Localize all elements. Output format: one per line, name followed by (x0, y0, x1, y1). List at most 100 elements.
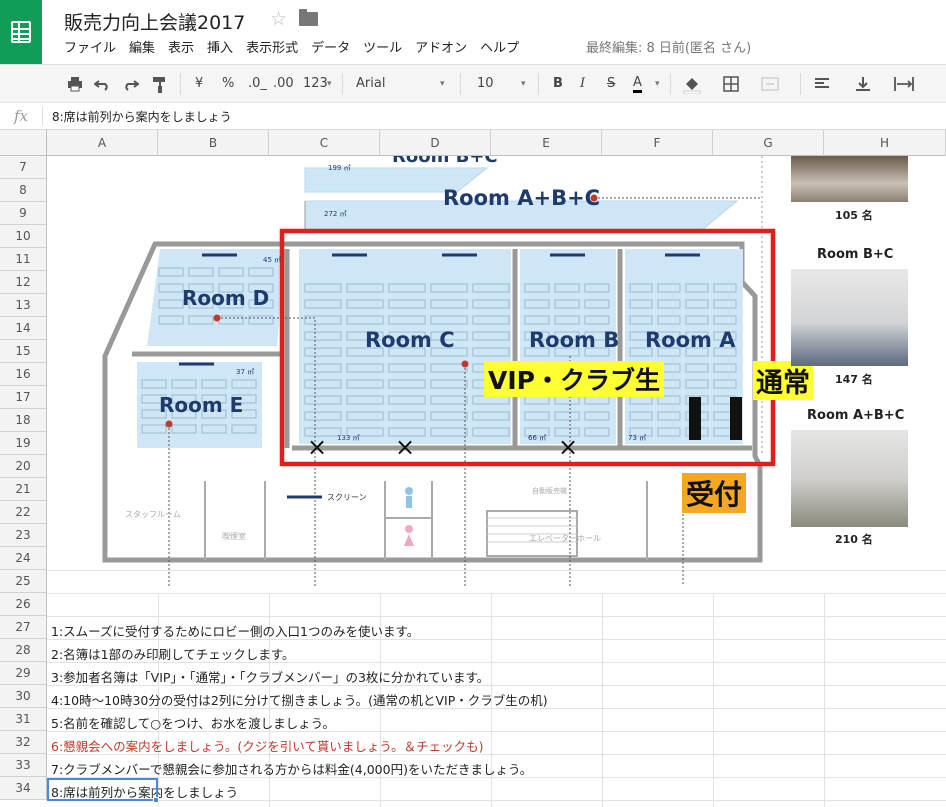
row-header[interactable]: 31 (0, 708, 47, 731)
print-icon[interactable] (66, 76, 84, 94)
vip-club-label: VIP・クラブ生 (484, 361, 664, 397)
row-header[interactable]: 15 (0, 340, 47, 363)
staff-room-label: スタッフルーム (125, 510, 181, 519)
strikethrough-button[interactable]: S (607, 75, 615, 93)
font-family-select[interactable]: Arial (356, 75, 385, 93)
menu-view[interactable]: 表示 (168, 37, 194, 56)
floor-plan-image[interactable]: Room B+C 199 ㎡ Room A+B+C 272 ㎡ Room D 4… (47, 156, 946, 593)
merge-cells-icon[interactable] (761, 77, 779, 95)
row-header[interactable]: 20 (0, 455, 47, 478)
undo-icon[interactable] (94, 77, 112, 95)
note-cell[interactable]: 6:懇親会への案内をしましょう。(クジを引いて貰いましょう。＆チェックも) (51, 736, 484, 755)
borders-icon[interactable] (723, 76, 739, 94)
menu-file[interactable]: ファイル (64, 37, 116, 56)
x-mark: × (558, 433, 579, 461)
room-d-size: 45 ㎡ (263, 256, 282, 264)
room-a-label: Room A (645, 328, 736, 352)
photo-caption-3: 210 名 (835, 533, 873, 546)
row-header[interactable]: 7 (0, 156, 47, 179)
column-header-b[interactable]: B (158, 130, 269, 156)
column-header-g[interactable]: G (713, 130, 824, 156)
column-header-a[interactable]: A (47, 130, 158, 156)
row-header[interactable]: 11 (0, 248, 47, 271)
menu-data[interactable]: データ (311, 37, 350, 56)
row-header[interactable]: 30 (0, 685, 47, 708)
menu-bar: ファイル 編集 表示 挿入 表示形式 データ ツール アドオン ヘルプ (64, 37, 532, 56)
row-header[interactable]: 21 (0, 478, 47, 501)
selected-cell[interactable] (47, 778, 158, 801)
increase-decimal-button[interactable]: .00 (273, 75, 294, 93)
row-header[interactable]: 9 (0, 202, 47, 225)
menu-format[interactable]: 表示形式 (246, 37, 298, 56)
chevron-down-icon[interactable]: ▾ (655, 75, 660, 93)
row-header[interactable]: 29 (0, 662, 47, 685)
text-color-button[interactable]: A (633, 75, 642, 93)
row-header[interactable]: 13 (0, 294, 47, 317)
room-top-partial-size: 199 ㎡ (328, 164, 351, 172)
smoking-room-label: 喫煙室 (222, 532, 246, 541)
menu-edit[interactable]: 編集 (129, 37, 155, 56)
redo-icon[interactable] (121, 77, 139, 95)
bold-button[interactable]: B (553, 75, 563, 93)
document-title[interactable]: 販売力向上会議2017 (64, 8, 245, 35)
note-cell[interactable]: 1:スムーズに受付するためにロビー側の入口1つのみを使います。 (51, 621, 419, 640)
chevron-down-icon[interactable]: ▾ (440, 75, 445, 93)
row-header[interactable]: 16 (0, 363, 47, 386)
folder-icon[interactable] (299, 9, 318, 26)
vertical-align-icon[interactable] (855, 76, 871, 94)
select-all-corner[interactable] (0, 130, 47, 156)
row-header[interactable]: 17 (0, 386, 47, 409)
text-wrap-icon[interactable] (894, 76, 914, 94)
row-header[interactable]: 19 (0, 432, 47, 455)
menu-tools[interactable]: ツール (363, 37, 402, 56)
row-header[interactable]: 25 (0, 570, 47, 593)
title-bar: 販売力向上会議2017 ☆ ファイル 編集 表示 挿入 表示形式 データ ツール… (0, 0, 946, 64)
note-cell[interactable]: 5:名前を確認して○をつけ、お水を渡しましょう。 (51, 713, 335, 732)
formula-bar: fx 8:席は前列から案内をしましょう (0, 103, 946, 130)
menu-insert[interactable]: 挿入 (207, 37, 233, 56)
row-header[interactable]: 32 (0, 731, 47, 754)
menu-help[interactable]: ヘルプ (480, 37, 519, 56)
note-cell[interactable]: 7:クラブメンバーで懇親会に参加される方からは料金(4,000円)をいただきまし… (51, 759, 532, 778)
column-header-c[interactable]: C (269, 130, 380, 156)
chevron-down-icon[interactable]: ▾ (327, 75, 332, 93)
column-header-d[interactable]: D (380, 130, 491, 156)
row-header[interactable]: 24 (0, 547, 47, 570)
column-header-h[interactable]: H (824, 130, 946, 156)
column-header-e[interactable]: E (491, 130, 602, 156)
row-header[interactable]: 28 (0, 639, 47, 662)
currency-format-button[interactable]: ¥ (195, 75, 203, 93)
font-size-select[interactable]: 10 (477, 75, 494, 93)
sheets-logo-icon[interactable] (0, 0, 42, 64)
row-header[interactable]: 18 (0, 409, 47, 432)
row-header[interactable]: 22 (0, 501, 47, 524)
row-header[interactable]: 27 (0, 616, 47, 639)
note-cell[interactable]: 3:参加者名簿は「VIP」・「通常」・「クラブメンバー」の3枚に分かれています。 (51, 667, 489, 686)
more-formats-button[interactable]: 123 (303, 75, 328, 93)
note-cell[interactable]: 2:名簿は1部のみ印刷してチェックします。 (51, 644, 295, 663)
row-header[interactable]: 23 (0, 524, 47, 547)
fill-color-icon[interactable] (683, 76, 701, 94)
decrease-decimal-button[interactable]: .0_ (248, 75, 267, 93)
paint-format-icon[interactable] (152, 76, 168, 94)
row-header[interactable]: 12 (0, 271, 47, 294)
row-header[interactable]: 14 (0, 317, 47, 340)
note-cell[interactable]: 4:10時～10時30分の受付は2列に分けて捌きましょう。(通常の机とVIP・ク… (51, 690, 548, 709)
chevron-down-icon[interactable]: ▾ (521, 75, 526, 93)
row-header[interactable]: 26 (0, 593, 47, 616)
star-icon[interactable]: ☆ (270, 8, 287, 30)
row-header[interactable]: 8 (0, 179, 47, 202)
photo-title-3: Room A+B+C (807, 408, 905, 423)
row-header[interactable]: 33 (0, 754, 47, 777)
percent-format-button[interactable]: % (222, 75, 234, 93)
column-header-f[interactable]: F (602, 130, 713, 156)
row-header[interactable]: 34 (0, 777, 47, 800)
align-left-icon[interactable] (814, 78, 830, 96)
menu-addons[interactable]: アドオン (415, 37, 467, 56)
row-header[interactable]: 10 (0, 225, 47, 248)
grid-line (713, 593, 714, 807)
fill-handle[interactable] (153, 797, 159, 803)
formula-input[interactable]: 8:席は前列から案内をしましょう (52, 108, 232, 125)
italic-button[interactable]: I (580, 75, 585, 93)
last-edit-link[interactable]: 最終編集: 8 日前(匿名 さん) (586, 37, 751, 56)
